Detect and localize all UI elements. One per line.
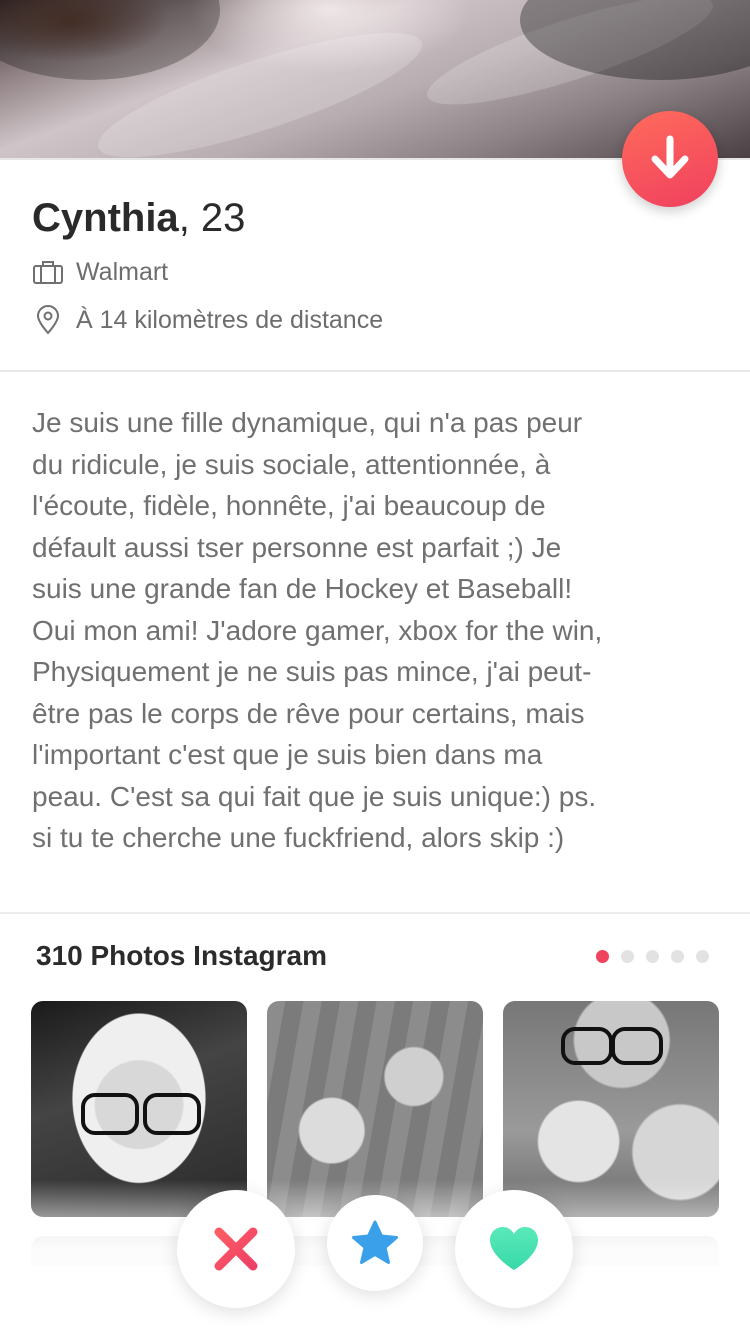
- profile-age: , 23: [178, 196, 246, 240]
- bio-line: du ridicule, je suis sociale, attentionn…: [32, 448, 551, 480]
- page-dot[interactable]: [646, 950, 659, 963]
- bio-line: défault aussi tser personne est parfait …: [32, 531, 562, 563]
- collapse-profile-button[interactable]: [622, 111, 718, 207]
- distance-row: À 14 kilomètres de distance: [32, 302, 383, 338]
- page-dot[interactable]: [671, 950, 684, 963]
- nope-button[interactable]: [177, 1190, 295, 1308]
- section-divider: [0, 912, 750, 914]
- heart-icon: [490, 1227, 538, 1270]
- profile-name: Cynthia: [32, 196, 179, 240]
- x-icon: [214, 1227, 258, 1271]
- arrow-down-icon: [651, 135, 689, 179]
- bio-line: Physiquement je ne suis pas mince, j'ai …: [32, 656, 592, 687]
- bio-line: Oui mon ami! J'adore gamer, xbox for the…: [32, 614, 603, 646]
- page-dot[interactable]: [596, 950, 609, 963]
- page-dot[interactable]: [696, 950, 709, 963]
- section-divider: [0, 370, 750, 372]
- bio-line: si tu te cherche une fuckfriend, alors s…: [32, 822, 565, 853]
- bio-line: Je suis une fille dynamique, qui n'a pas…: [32, 407, 583, 438]
- star-icon: [352, 1220, 398, 1264]
- job-text: Walmart: [76, 257, 169, 286]
- profile-name-age: Cynthia, 23: [32, 190, 245, 246]
- super-like-button[interactable]: [327, 1195, 423, 1291]
- bio-line: peau. C'est sa qui fait que je suis uniq…: [32, 780, 597, 812]
- like-button[interactable]: [455, 1190, 573, 1308]
- instagram-page-indicator[interactable]: [596, 950, 709, 963]
- location-pin-icon: [32, 304, 64, 336]
- briefcase-icon: [32, 256, 64, 288]
- page-dot[interactable]: [621, 950, 634, 963]
- bio-line: l'important c'est que je suis bien dans …: [32, 739, 543, 770]
- bio-line: suis une grande fan de Hockey et Basebal…: [32, 573, 573, 604]
- instagram-title: 310 Photos Instagram: [36, 940, 327, 971]
- job-row: Walmart: [32, 254, 168, 290]
- distance-text: À 14 kilomètres de distance: [76, 305, 384, 334]
- profile-bio: Je suis une fille dynamique, qui n'a pas…: [32, 402, 722, 859]
- bio-line: l'écoute, fidèle, honnête, j'ai beaucoup…: [32, 490, 546, 521]
- bio-line: être pas le corps de rêve pour certains,…: [32, 697, 585, 729]
